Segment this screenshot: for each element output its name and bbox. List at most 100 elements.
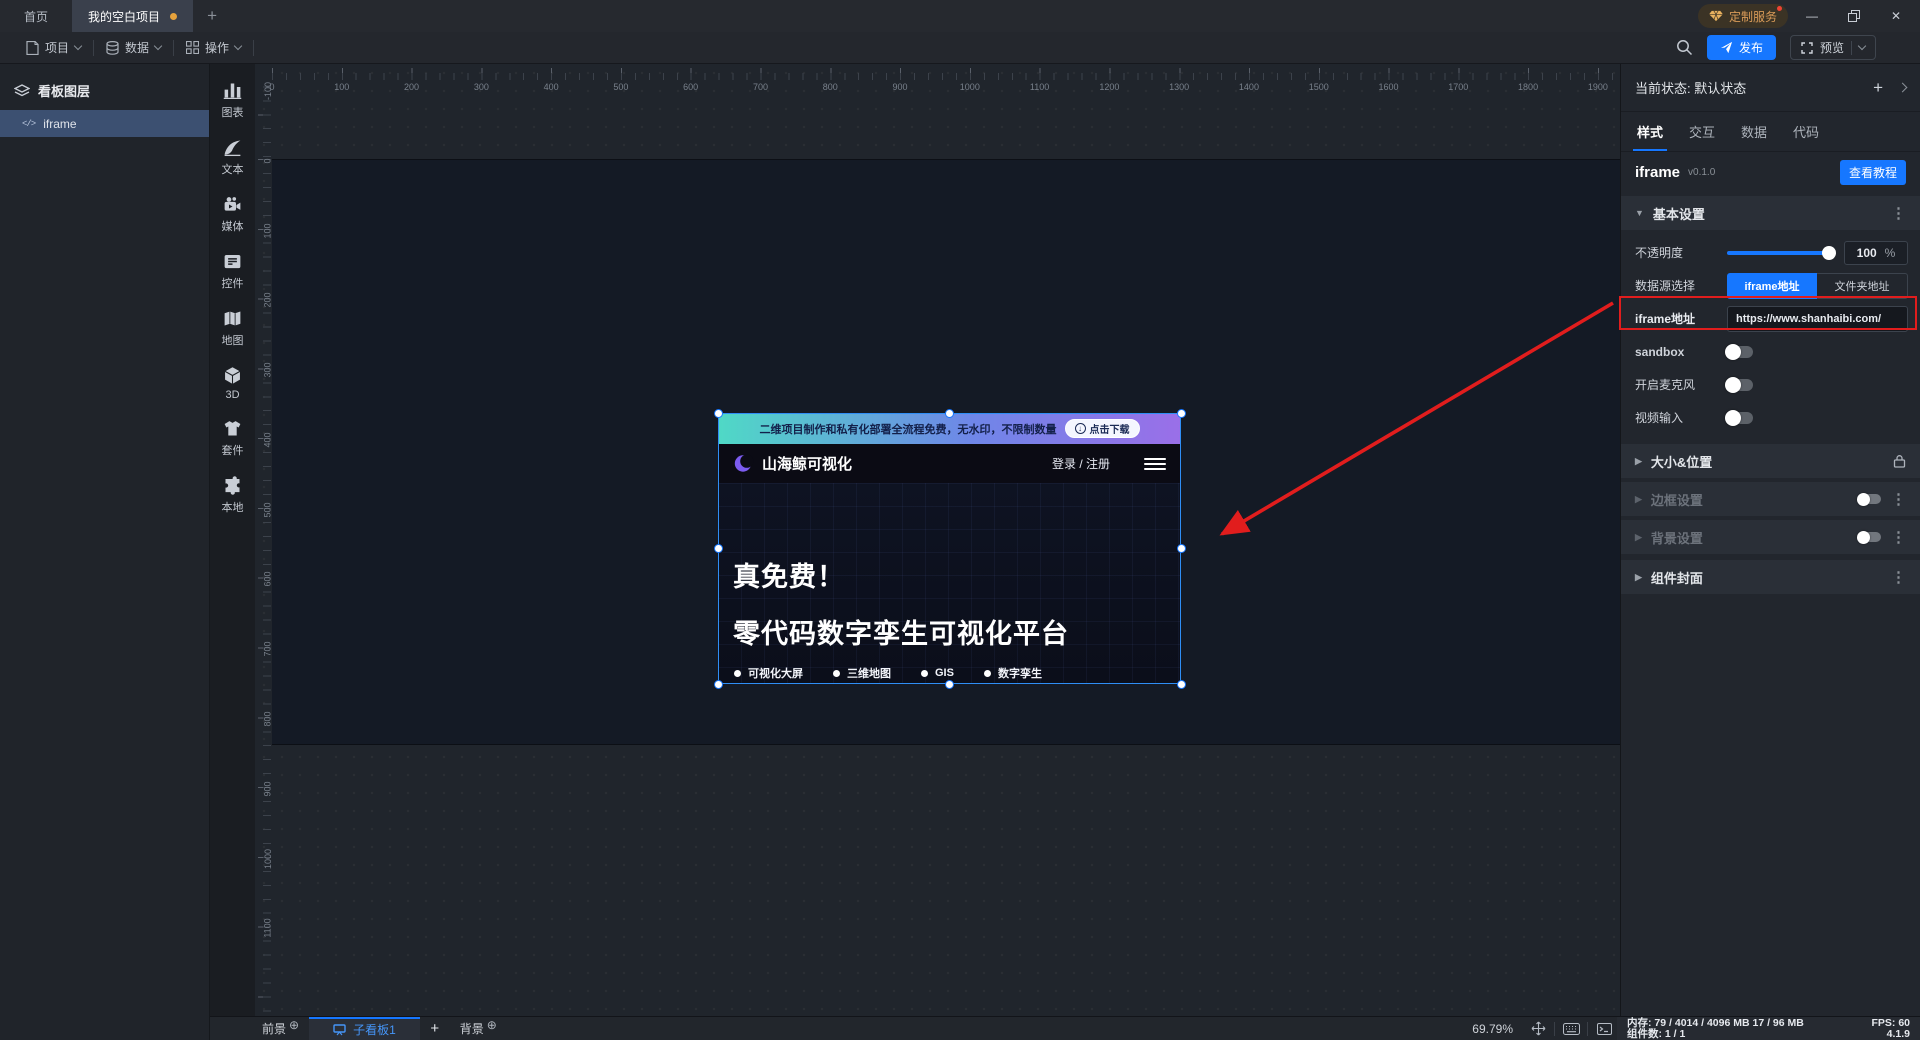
menu-data[interactable]: 数据 [94, 32, 173, 63]
opacity-row: 不透明度 100 % [1621, 236, 1920, 269]
section-border-settings[interactable]: ▶ 边框设置 ⋮ [1621, 482, 1920, 516]
toolbox-item[interactable]: 控件 [222, 251, 244, 291]
ruler-number: 700 [263, 641, 273, 657]
fit-screen-icon[interactable] [1525, 1020, 1551, 1038]
publish-button[interactable]: 发布 [1706, 35, 1776, 60]
section-title: 基本设置 [1652, 206, 1705, 222]
search-icon[interactable] [1676, 39, 1693, 56]
ruler-number: 100 [263, 223, 273, 239]
toolbox-item[interactable]: 图表 [222, 80, 244, 120]
triangle-right-icon: ▶ [1635, 531, 1642, 542]
new-tab-button[interactable]: + [193, 0, 231, 32]
iframe-url-input[interactable]: https://www.shanhaibi.com/ [1727, 305, 1908, 332]
app-window: 首页 我的空白项目 + 定制服务 — ✕ 项目 数据 操作 发布 预览 看板图层… [0, 0, 1920, 1040]
opacity-slider[interactable] [1727, 245, 1836, 260]
close-button[interactable]: ✕ [1878, 3, 1914, 29]
border-toggle[interactable] [1857, 492, 1881, 506]
ruler-number: 900 [263, 781, 273, 797]
section-background-settings[interactable]: ▶ 背景设置 ⋮ [1621, 520, 1920, 554]
menu-project[interactable]: 项目 [14, 32, 93, 63]
editor-canvas[interactable]: 0 100 200 300 400 500 600 700 800 900 1000 1100 1200… [255, 64, 1620, 1016]
sub-board-tab[interactable]: 子看板1 [309, 1017, 420, 1040]
zoom-level[interactable]: 69.79% [1472, 1022, 1525, 1036]
bullet-dot [983, 669, 991, 677]
kebab-menu-icon[interactable]: ⋮ [1891, 568, 1906, 586]
section-component-cover[interactable]: ▶ 组件封面 ⋮ [1621, 560, 1920, 594]
option-iframe-url[interactable]: iframe地址 [1727, 272, 1817, 299]
layer-item-iframe[interactable]: </> iframe [0, 110, 209, 137]
selection-handle[interactable] [713, 544, 723, 553]
selection-handle[interactable] [945, 408, 954, 418]
circle-plus-icon[interactable]: ⊕ [487, 1018, 497, 1032]
selection-handle[interactable] [1176, 544, 1186, 553]
toolbox-item[interactable]: 3D [222, 365, 243, 401]
selection-handle[interactable] [945, 679, 954, 689]
tab-my-blank-project[interactable]: 我的空白项目 [72, 0, 194, 32]
restore-button[interactable] [1836, 3, 1872, 29]
hero-bullet: 数字孪生 [983, 665, 1042, 681]
section-basic-settings[interactable]: ▼ 基本设置 ⋮ [1621, 196, 1920, 230]
download-button[interactable]: ↓ 点击下载 [1064, 419, 1140, 438]
toolbox-label: 文本 [221, 164, 244, 176]
opacity-value-input[interactable]: 100 % [1844, 240, 1908, 265]
component-version: v0.1.0 [1688, 166, 1716, 178]
background-toggle[interactable] [1857, 530, 1881, 544]
inspector-panel: 当前状态: 默认状态 + 样式 交互 数据 代码 iframe v0.1.0 查… [1620, 64, 1920, 1016]
kebab-menu-icon[interactable]: ⋮ [1891, 204, 1906, 222]
toolbox-item[interactable]: 媒体 [222, 194, 244, 234]
console-icon[interactable] [1591, 1020, 1617, 1038]
window-tabs: 首页 我的空白项目 + [0, 0, 231, 32]
bullet-dot [734, 669, 741, 677]
add-board-button[interactable]: + [420, 1017, 450, 1040]
tab-interaction[interactable]: 交互 [1689, 112, 1715, 151]
paper-plane-icon [1720, 41, 1733, 54]
video-input-toggle[interactable] [1725, 409, 1753, 426]
hero-headline-1: 真免费！ [733, 562, 845, 592]
statusbar: 前景 ⊕ 子看板1 + 背景 ⊕ 69.79% 内存: 79 / 4014 / … [210, 1016, 1920, 1040]
lock-icon[interactable] [1893, 454, 1906, 468]
toolbox-item[interactable]: 本地 [222, 475, 244, 515]
option-folder-url[interactable]: 文件夹地址 [1817, 272, 1908, 299]
kebab-menu-icon[interactable]: ⋮ [1891, 490, 1906, 508]
hero-bullet: 三维地图 [833, 665, 891, 681]
basic-settings-rows: 不透明度 100 % 数据源选择 iframe地址 文件夹地址 iframe地址… [1621, 230, 1920, 440]
menubar: 项目 数据 操作 发布 预览 [0, 32, 1920, 64]
foreground-button[interactable]: 前景 ⊕ [252, 1017, 309, 1040]
download-icon: ↓ [1074, 423, 1086, 434]
login-register-link[interactable]: 登录 / 注册 [1052, 455, 1110, 472]
iframe-component[interactable]: 二维项目制作和私有化部署全流程免费，无水印，不限制数量 ↓ 点击下载 山海鲸可视… [713, 408, 1186, 689]
circle-plus-icon[interactable]: ⊕ [289, 1018, 299, 1032]
toolbox-item[interactable]: 地图 [222, 308, 244, 348]
tab-style[interactable]: 样式 [1632, 112, 1668, 151]
chevron-right-icon[interactable] [1897, 82, 1908, 93]
add-state-button[interactable]: + [1873, 78, 1883, 98]
toolbox-item[interactable]: 文本 [222, 137, 244, 177]
opacity-label: 不透明度 [1635, 246, 1684, 260]
sandbox-toggle[interactable] [1725, 343, 1753, 360]
keyboard-icon[interactable] [1558, 1020, 1584, 1038]
tab-data[interactable]: 数据 [1741, 112, 1767, 151]
custom-service-button[interactable]: 定制服务 [1697, 4, 1788, 28]
background-button[interactable]: 背景 ⊕ [450, 1017, 507, 1040]
tab-code[interactable]: 代码 [1793, 112, 1819, 151]
sub-board-label: 子看板1 [353, 1023, 396, 1037]
toolbox-item[interactable]: 套件 [222, 418, 244, 458]
preview-button[interactable]: 预览 [1789, 35, 1876, 60]
selection-handle[interactable] [1176, 408, 1186, 418]
brand-name: 山海鲸可视化 [762, 456, 853, 473]
slider-knob[interactable] [1822, 245, 1836, 260]
tab-home[interactable]: 首页 [0, 0, 72, 32]
view-tutorial-button[interactable]: 查看教程 [1839, 159, 1906, 185]
minimize-button[interactable]: — [1794, 3, 1830, 29]
selection-handle[interactable] [713, 408, 723, 418]
microphone-toggle[interactable] [1725, 376, 1753, 393]
kebab-menu-icon[interactable]: ⋮ [1891, 528, 1906, 546]
selection-handle[interactable] [713, 679, 723, 689]
section-size-position[interactable]: ▶ 大小&位置 [1621, 444, 1920, 478]
hamburger-menu-icon[interactable] [1144, 457, 1166, 470]
menu-operations[interactable]: 操作 [174, 32, 253, 63]
sandbox-row: sandbox [1621, 335, 1920, 368]
selection-handle[interactable] [1176, 679, 1186, 689]
component-count-stat: 组件数: 1 / 1 [1627, 1028, 1686, 1040]
sandbox-label: sandbox [1635, 344, 1685, 359]
